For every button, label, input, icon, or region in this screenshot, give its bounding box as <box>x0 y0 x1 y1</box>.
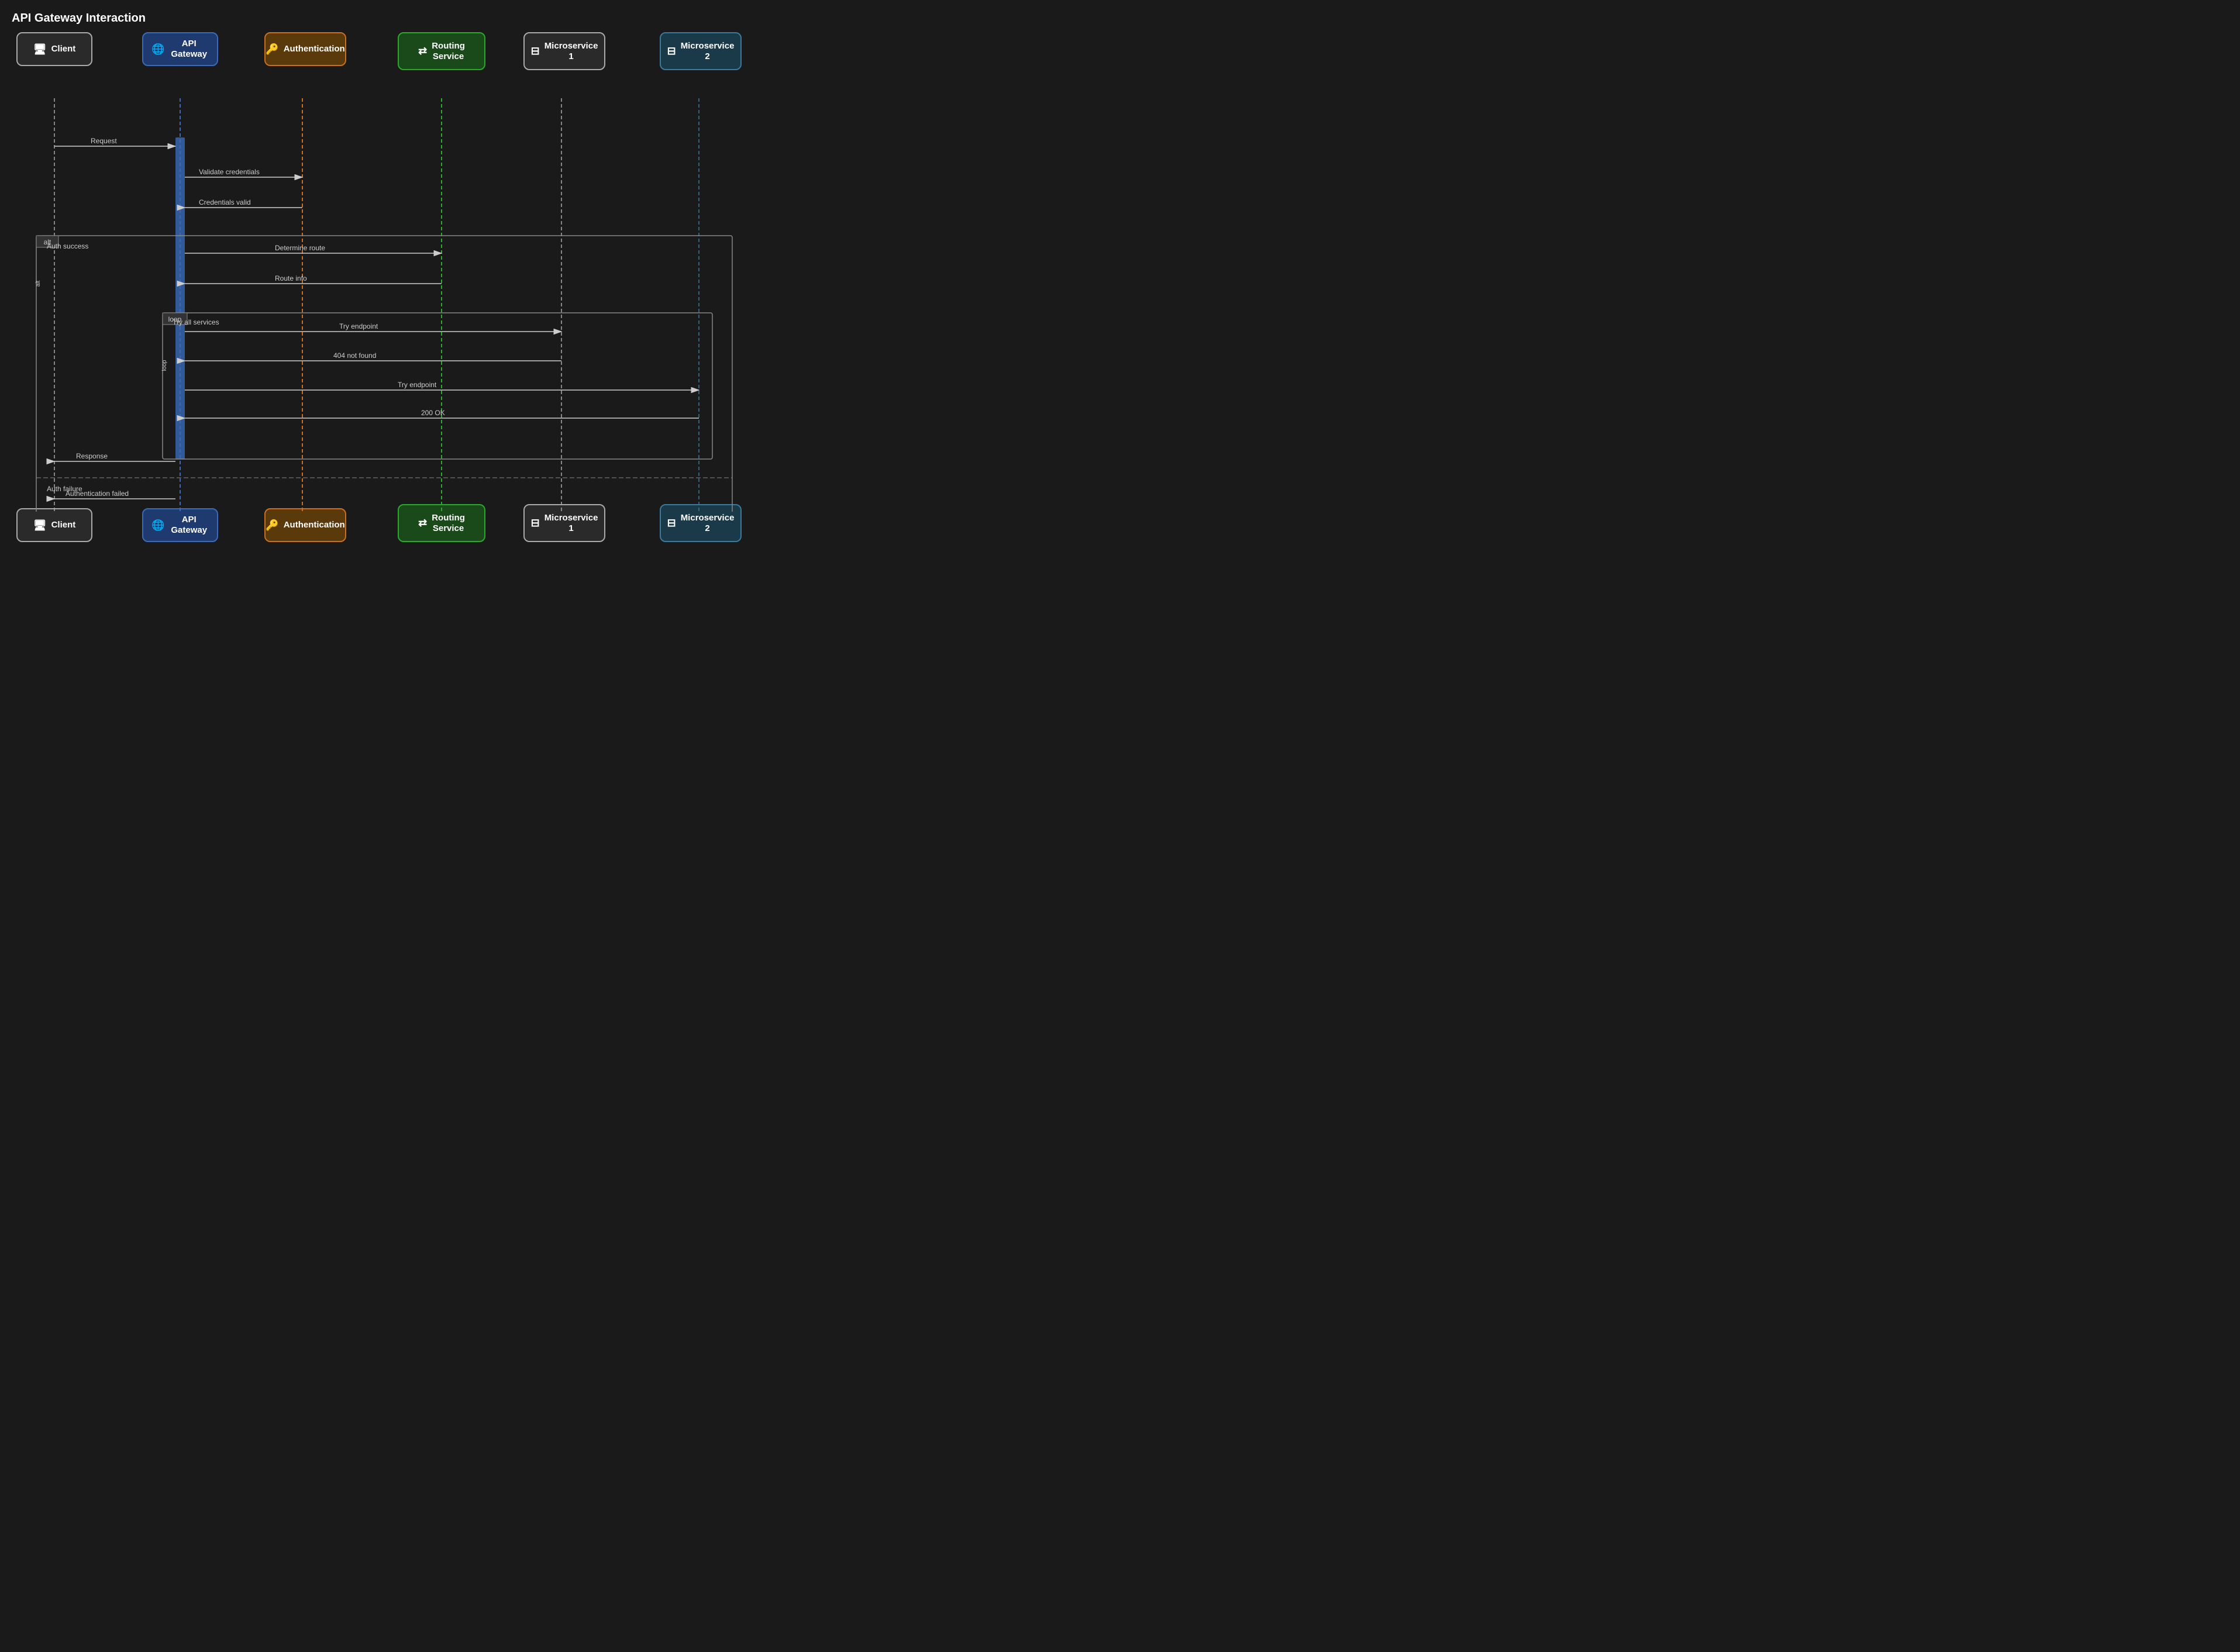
msg-try-endpoint1-label: Try endpoint <box>339 322 378 330</box>
loop-vertical-label: loop <box>161 360 168 371</box>
client-label-top: Client <box>51 44 76 54</box>
sequence-diagram-svg: alt alt Auth success loop loop Try all s… <box>0 32 749 512</box>
auth-label-bottom: Authentication <box>284 520 345 530</box>
gateway-activation-box <box>175 137 185 459</box>
actor-ms2-top: ⊟ Microservice2 <box>660 32 742 70</box>
actor-client-bottom: 🖥 Client <box>16 508 92 542</box>
actor-auth-top: 🔑 Authentication <box>264 32 346 66</box>
gateway-icon-bottom: 🌐 <box>151 519 164 532</box>
alt-vertical-label: alt <box>35 280 42 287</box>
client-label-bottom: Client <box>51 520 76 530</box>
ms2-icon-top: ⊟ <box>667 45 676 57</box>
routing-icon-top: ⇄ <box>418 45 427 57</box>
gateway-label-bottom: API Gateway <box>169 515 209 536</box>
msg-try-endpoint2-label: Try endpoint <box>398 381 437 389</box>
msg-response-label: Response <box>76 452 108 460</box>
routing-icon-bottom: ⇄ <box>418 517 427 529</box>
auth-icon-top: 🔑 <box>266 43 278 56</box>
actor-routing-bottom: ⇄ RoutingService <box>398 504 485 542</box>
auth-success-label: Auth success <box>47 242 88 250</box>
actor-auth-bottom: 🔑 Authentication <box>264 508 346 542</box>
actor-gateway-top: 🌐 API Gateway <box>142 32 218 66</box>
try-all-services-label: Try all services <box>173 318 219 326</box>
msg-404-label: 404 not found <box>333 351 376 360</box>
client-icon: 🖥 <box>33 43 47 56</box>
gateway-label-top: API Gateway <box>169 39 209 60</box>
ms2-label-top: Microservice2 <box>681 41 735 62</box>
actor-routing-top: ⇄ RoutingService <box>398 32 485 70</box>
msg-request-label: Request <box>91 137 117 145</box>
alt-label-text: alt <box>44 238 51 246</box>
alt-frame-rect <box>36 236 732 512</box>
gateway-icon-top: 🌐 <box>151 43 164 56</box>
auth-failure-label: Auth failure <box>47 485 82 493</box>
msg-auth-failed-label: Authentication failed <box>66 489 129 498</box>
alt-label-box <box>36 236 58 247</box>
ms1-icon-top: ⊟ <box>531 45 540 57</box>
loop-frame-rect <box>163 313 712 459</box>
actor-gateway-bottom: 🌐 API Gateway <box>142 508 218 542</box>
diagram-container: API Gateway Interaction 🖥 Client 🌐 API G… <box>0 0 749 551</box>
ms1-icon-bottom: ⊟ <box>531 517 540 529</box>
msg-creds-valid-label: Credentials valid <box>199 198 251 206</box>
ms1-label-bottom: Microservice1 <box>545 513 598 534</box>
msg-determine-route-label: Determine route <box>275 244 325 252</box>
msg-200ok-label: 200 OK <box>421 409 445 417</box>
ms1-label-top: Microservice1 <box>545 41 598 62</box>
msg-route-info-label: Route info <box>275 274 307 282</box>
actor-client-top: 🖥 Client <box>16 32 92 66</box>
ms2-icon-bottom: ⊟ <box>667 517 676 529</box>
routing-label-top: RoutingService <box>432 41 465 62</box>
loop-label-box <box>163 313 187 325</box>
msg-validate-label: Validate credentials <box>199 168 260 176</box>
actor-ms1-top: ⊟ Microservice1 <box>523 32 605 70</box>
ms2-label-bottom: Microservice2 <box>681 513 735 534</box>
client-icon-bottom: 🖥 <box>33 519 47 532</box>
routing-label-bottom: RoutingService <box>432 513 465 534</box>
page-title: API Gateway Interaction <box>12 12 737 25</box>
actor-ms2-bottom: ⊟ Microservice2 <box>660 504 742 542</box>
auth-icon-bottom: 🔑 <box>266 519 278 532</box>
loop-label-text: loop <box>168 315 182 323</box>
auth-label-top: Authentication <box>284 44 345 54</box>
actor-ms1-bottom: ⊟ Microservice1 <box>523 504 605 542</box>
